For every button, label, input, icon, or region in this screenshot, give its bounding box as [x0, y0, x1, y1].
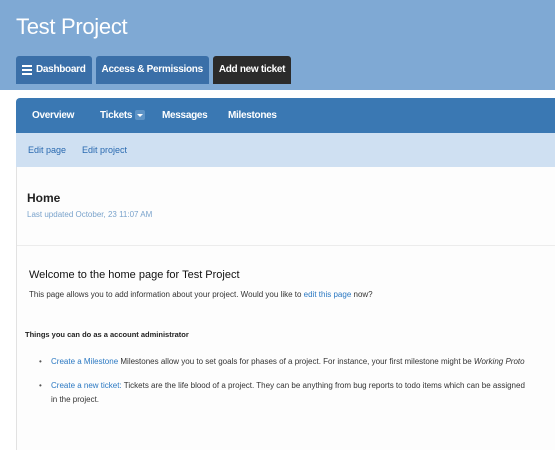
- divider: [17, 245, 555, 246]
- bullet-icon: •: [39, 381, 42, 390]
- subnav-messages[interactable]: Messages: [162, 98, 208, 133]
- page-content: Home Last updated October, 23 11:07 AM W…: [16, 167, 555, 450]
- intro-before: This page allows you to add information …: [29, 290, 304, 299]
- tab-add-new-ticket-label: Add new ticket: [218, 64, 286, 75]
- tab-dashboard[interactable]: Dashboard: [16, 56, 92, 84]
- tab-add-new-ticket[interactable]: Add new ticket: [212, 56, 292, 84]
- bullet-icon: •: [39, 357, 42, 366]
- app-header: Test Project Dashboard Access & Permissi…: [0, 0, 555, 90]
- last-updated: Last updated October, 23 11:07 AM: [27, 210, 153, 219]
- page-title: Home: [27, 191, 61, 205]
- item-emphasis: Working Proto: [473, 357, 525, 366]
- intro-text: This page allows you to add information …: [29, 290, 373, 299]
- create-milestone-link[interactable]: Create a Milestone: [51, 357, 118, 366]
- item-text: Milestones allow you to set goals for ph…: [118, 357, 474, 366]
- subnav-overview[interactable]: Overview: [32, 98, 74, 133]
- project-subnav: Overview Tickets Messages Milestones: [16, 98, 555, 133]
- intro-after: now?: [351, 290, 373, 299]
- tab-access-permissions[interactable]: Access & Permissions: [95, 56, 209, 84]
- things-heading: Things you can do as a account administr…: [25, 330, 189, 339]
- edit-project-link[interactable]: Edit project: [82, 133, 127, 167]
- list-icon: [22, 63, 32, 77]
- subnav-tickets[interactable]: Tickets: [100, 98, 146, 133]
- list-item: • Create a new ticket: Tickets are the l…: [39, 379, 555, 407]
- subnav-milestones[interactable]: Milestones: [228, 98, 277, 133]
- action-list: • Create a Milestone Milestones allow yo…: [39, 355, 555, 417]
- list-item: • Create a Milestone Milestones allow yo…: [39, 355, 555, 369]
- edit-bar: Edit page Edit project: [16, 133, 555, 167]
- top-tabs: Dashboard Access & Permissions Add new t…: [16, 56, 295, 84]
- tab-access-permissions-label: Access & Permissions: [101, 64, 204, 75]
- item-text-continued: in the project.: [51, 395, 100, 404]
- tab-dashboard-label: Dashboard: [36, 64, 86, 75]
- item-text: Tickets are the life blood of a project.…: [121, 381, 525, 390]
- edit-this-page-link[interactable]: edit this page: [304, 290, 352, 299]
- chevron-down-icon[interactable]: [135, 110, 146, 121]
- app-title: Test Project: [16, 14, 128, 39]
- subnav-tickets-label: Tickets: [100, 110, 133, 121]
- welcome-heading: Welcome to the home page for Test Projec…: [29, 269, 240, 281]
- edit-page-link[interactable]: Edit page: [28, 133, 66, 167]
- create-ticket-link[interactable]: Create a new ticket:: [51, 381, 122, 390]
